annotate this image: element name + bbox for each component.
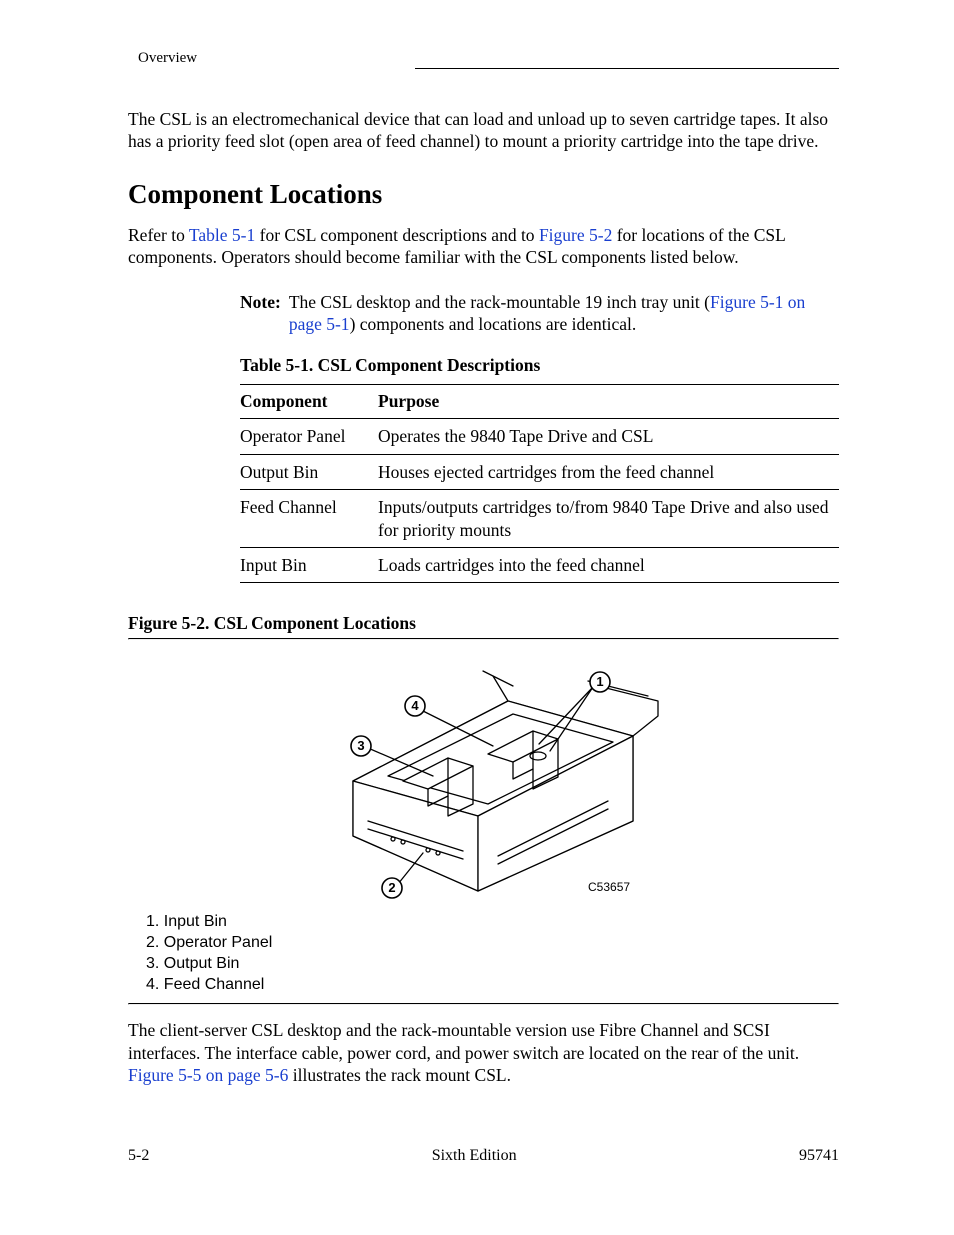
table-row: Input Bin Loads cartridges into the feed… <box>240 547 839 582</box>
cell-purpose: Houses ejected cartridges from the feed … <box>378 454 839 489</box>
callout-2: 2 <box>388 880 395 895</box>
table-row: Output Bin Houses ejected cartridges fro… <box>240 454 839 489</box>
text: ) components and locations are identical… <box>350 314 637 334</box>
component-table: Component Purpose Operator Panel Operate… <box>240 384 839 583</box>
link-figure-5-2[interactable]: Figure 5-2 <box>539 225 612 245</box>
col-header-purpose: Purpose <box>378 385 839 419</box>
callout-3: 3 <box>357 738 364 753</box>
header-rule <box>415 68 839 69</box>
legend-item: 4. Feed Channel <box>146 975 839 996</box>
figure-caption: Figure 5-2. CSL Component Locations <box>128 613 839 634</box>
running-header: Overview <box>128 50 839 70</box>
text: illustrates the rack mount CSL. <box>288 1065 511 1085</box>
refer-paragraph: Refer to Table 5-1 for CSL component des… <box>128 224 839 269</box>
text: Refer to <box>128 225 189 245</box>
callout-legend: 1. Input Bin 2. Operator Panel 3. Output… <box>146 912 839 995</box>
note-label: Note: <box>240 291 281 336</box>
table-row: Operator Panel Operates the 9840 Tape Dr… <box>240 419 839 454</box>
figure-5-2: 1 2 3 4 C53657 <box>128 646 839 906</box>
legend-item: 3. Output Bin <box>146 954 839 975</box>
cell-component: Output Bin <box>240 454 378 489</box>
table-row: Feed Channel Inputs/outputs cartridges t… <box>240 490 839 548</box>
legend-item: 2. Operator Panel <box>146 933 839 954</box>
text: for CSL component descriptions and to <box>255 225 539 245</box>
col-header-component: Component <box>240 385 378 419</box>
figure-rule-top <box>128 638 839 640</box>
cell-component: Input Bin <box>240 547 378 582</box>
note-block: Note: The CSL desktop and the rack-mount… <box>240 291 839 336</box>
section-heading: Component Locations <box>128 179 839 210</box>
footer-doc-number: 95741 <box>799 1147 839 1165</box>
artwork-number: C53657 <box>588 880 630 894</box>
footer-page-number: 5-2 <box>128 1147 149 1165</box>
cell-purpose: Operates the 9840 Tape Drive and CSL <box>378 419 839 454</box>
running-header-text: Overview <box>128 50 415 70</box>
cell-purpose: Inputs/outputs cartridges to/from 9840 T… <box>378 490 839 548</box>
link-figure-5-5[interactable]: Figure 5-5 on page 5-6 <box>128 1065 288 1085</box>
link-table-5-1[interactable]: Table 5-1 <box>189 225 255 245</box>
footer-edition: Sixth Edition <box>432 1147 517 1165</box>
figure-rule-bottom <box>128 1003 839 1005</box>
callout-1: 1 <box>596 674 603 689</box>
cell-purpose: Loads cartridges into the feed channel <box>378 547 839 582</box>
intro-paragraph: The CSL is an electromechanical device t… <box>128 108 839 153</box>
cell-component: Operator Panel <box>240 419 378 454</box>
callout-4: 4 <box>411 698 419 713</box>
closing-paragraph: The client-server CSL desktop and the ra… <box>128 1019 839 1086</box>
cell-component: Feed Channel <box>240 490 378 548</box>
text: The CSL desktop and the rack-mountable 1… <box>289 292 710 312</box>
legend-item: 1. Input Bin <box>146 912 839 933</box>
text: The client-server CSL desktop and the ra… <box>128 1020 799 1062</box>
note-text: The CSL desktop and the rack-mountable 1… <box>289 291 839 336</box>
table-caption: Table 5-1. CSL Component Descriptions <box>240 355 839 376</box>
page-footer: 5-2 Sixth Edition 95741 <box>128 1147 839 1165</box>
csl-device-illustration: 1 2 3 4 <box>298 646 668 906</box>
